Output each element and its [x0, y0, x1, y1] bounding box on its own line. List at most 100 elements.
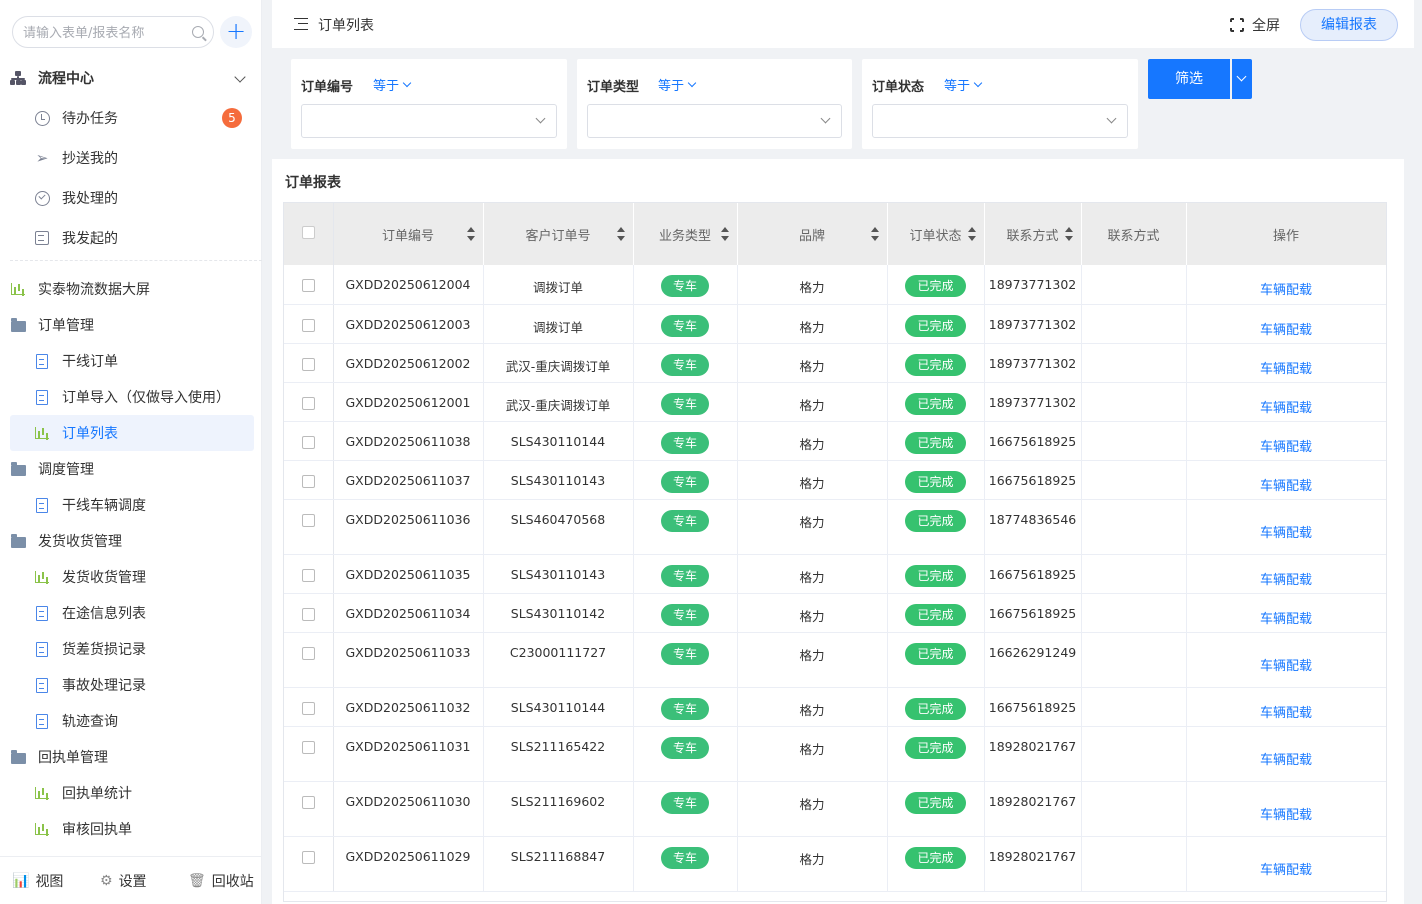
table-row[interactable]: GXDD20250612004 调拨订单 专车 格力 已完成 18973771302 车辆配…	[284, 265, 1386, 305]
vehicle-load-link[interactable]: 车辆配载	[1260, 358, 1312, 377]
row-checkbox[interactable]	[301, 568, 315, 582]
row-checkbox[interactable]	[301, 646, 315, 660]
vehicle-load-link[interactable]: 车辆配载	[1260, 804, 1312, 823]
sidebar-item-receipt-review[interactable]: 审核回执单	[10, 811, 254, 847]
vehicle-load-link[interactable]: 车辆配载	[1260, 569, 1312, 588]
vehicle-load-link[interactable]: 车辆配载	[1260, 859, 1312, 878]
vehicle-load-link[interactable]: 车辆配载	[1260, 702, 1312, 721]
filter-operator[interactable]: 等于	[944, 75, 983, 94]
table-row[interactable]: GXDD20250611033 C23000111727 专车 格力 已完成 166262…	[284, 632, 1386, 688]
filter-operator[interactable]: 等于	[658, 75, 697, 94]
trash-button[interactable]: 🗑 回收站	[188, 871, 254, 891]
table-row[interactable]: GXDD20250611029 SLS211168847 专车 格力 已完成 189280…	[284, 836, 1386, 892]
sidebar-item-shipping-mgmt[interactable]: 发货收货管理	[10, 559, 254, 595]
vehicle-load-link[interactable]: 车辆配载	[1260, 279, 1312, 298]
sidebar-group-order[interactable]: 订单管理	[10, 307, 254, 343]
row-checkbox[interactable]	[301, 513, 315, 527]
column-header-label: 业务类型	[658, 228, 711, 244]
column-header[interactable]: 订单状态	[887, 203, 985, 265]
sidebar-item-vehicle-dispatch[interactable]: 干线车辆调度	[10, 487, 254, 523]
filter-select[interactable]	[587, 104, 842, 138]
sidebar-item-in-transit[interactable]: 在途信息列表	[10, 595, 254, 631]
sidebar-group-receipt[interactable]: 回执单管理	[10, 739, 254, 775]
sidebar-item-initiated[interactable]: 我发起的	[10, 220, 254, 256]
row-checkbox[interactable]	[301, 607, 315, 621]
sidebar-item-track-query[interactable]: 轨迹查询	[10, 703, 254, 739]
row-checkbox[interactable]	[301, 396, 315, 410]
edit-report-button[interactable]: 编辑报表	[1300, 9, 1398, 41]
business-type-cell: 专车	[633, 343, 738, 383]
sort-icon[interactable]	[870, 227, 879, 241]
row-checkbox[interactable]	[301, 795, 315, 809]
sidebar-flow-center[interactable]: 流程中心	[10, 60, 254, 96]
sidebar-item-order-list[interactable]: 订单列表	[10, 415, 254, 451]
chevron-down-icon[interactable]	[234, 71, 246, 83]
sidebar-item-cc-me[interactable]: ➢ 抄送我的	[10, 140, 254, 176]
table-row[interactable]: GXDD20250611034 SLS430110142 专车 格力 已完成 166756…	[284, 593, 1386, 633]
view-button[interactable]: 📊 视图	[12, 871, 63, 891]
filter-dropdown-button[interactable]	[1232, 59, 1252, 99]
column-header[interactable]: 联系方式	[984, 203, 1082, 265]
sidebar-item-receipt-stats[interactable]: 回执单统计	[10, 775, 254, 811]
vehicle-load-link[interactable]: 车辆配载	[1260, 522, 1312, 541]
column-header[interactable]: 品牌	[737, 203, 888, 265]
search-icon[interactable]	[192, 26, 204, 38]
vehicle-load-link[interactable]: 车辆配载	[1260, 749, 1312, 768]
row-checkbox[interactable]	[301, 279, 315, 292]
sidebar-item-cargo-damage[interactable]: 货差货损记录	[10, 631, 254, 667]
vehicle-load-link[interactable]: 车辆配载	[1260, 608, 1312, 627]
sort-icon[interactable]	[616, 227, 625, 241]
table-row[interactable]: GXDD20250612002 武汉-重庆调拨订单 专车 格力 已完成 189737713…	[284, 343, 1386, 383]
sidebar-item-handled[interactable]: 我处理的	[10, 180, 254, 216]
row-checkbox[interactable]	[301, 357, 315, 371]
sidebar-item-accident[interactable]: 事故处理记录	[10, 667, 254, 703]
row-checkbox[interactable]	[301, 740, 315, 754]
vehicle-load-link[interactable]: 车辆配载	[1260, 436, 1312, 455]
column-header[interactable]: 客户订单号	[483, 203, 634, 265]
row-checkbox[interactable]	[301, 318, 315, 332]
business-type-tag: 专车	[660, 470, 709, 493]
row-checkbox[interactable]	[301, 474, 315, 488]
filter-label: 订单编号	[301, 80, 354, 95]
filter-select[interactable]	[872, 104, 1128, 138]
menu-collapse-icon[interactable]	[294, 18, 308, 30]
filter-select[interactable]	[301, 104, 557, 138]
row-checkbox[interactable]	[301, 701, 315, 715]
column-header[interactable]: 订单编号	[333, 203, 484, 265]
table-row[interactable]: GXDD20250611032 SLS430110144 专车 格力 已完成 166756…	[284, 687, 1386, 727]
table-row[interactable]: GXDD20250611031 SLS211165422 专车 格力 已完成 189280…	[284, 726, 1386, 782]
sidebar-group-shipping[interactable]: 发货收货管理	[10, 523, 254, 559]
vehicle-load-link[interactable]: 车辆配载	[1260, 655, 1312, 674]
table-row[interactable]: GXDD20250611035 SLS430110143 专车 格力 已完成 166756…	[284, 554, 1386, 594]
search-input[interactable]	[23, 23, 183, 43]
sort-icon[interactable]	[720, 227, 729, 241]
vehicle-load-link[interactable]: 车辆配载	[1260, 475, 1312, 494]
sidebar-item-todo[interactable]: 待办任务 5	[10, 100, 254, 136]
sidebar-item-order-import[interactable]: 订单导入（仅做导入使用）	[10, 379, 254, 415]
sidebar-item-dashboard[interactable]: 实泰物流数据大屏	[10, 271, 254, 307]
table-row[interactable]: GXDD20250611030 SLS211169602 专车 格力 已完成 189280…	[284, 781, 1386, 837]
table-row[interactable]: GXDD20250611038 SLS430110144 专车 格力 已完成 166756…	[284, 421, 1386, 461]
table-row[interactable]: GXDD20250612003 调拨订单 专车 格力 已完成 18973771302 车辆配…	[284, 304, 1386, 344]
table-row[interactable]: GXDD20250611037 SLS430110143 专车 格力 已完成 166756…	[284, 460, 1386, 500]
vehicle-load-link[interactable]: 车辆配载	[1260, 319, 1312, 338]
sidebar-item-trunk-order[interactable]: 干线订单	[10, 343, 254, 379]
sort-icon[interactable]	[1064, 227, 1073, 241]
filter-operator[interactable]: 等于	[373, 75, 412, 94]
status-cell: 已完成	[887, 836, 985, 892]
table-row[interactable]: GXDD20250611036 SLS460470568 专车 格力 已完成 187748…	[284, 499, 1386, 555]
filter-button[interactable]: 筛选	[1148, 59, 1230, 99]
column-header[interactable]: 业务类型	[633, 203, 738, 265]
add-button[interactable]: +	[220, 16, 252, 48]
action-cell: 车辆配载	[1186, 265, 1386, 305]
vehicle-load-link[interactable]: 车辆配载	[1260, 397, 1312, 416]
row-checkbox[interactable]	[301, 850, 315, 864]
settings-button[interactable]: ⚙ 设置	[100, 871, 147, 891]
sort-icon[interactable]	[466, 227, 475, 241]
select-all-checkbox[interactable]	[301, 225, 315, 239]
row-checkbox[interactable]	[301, 435, 315, 449]
table-row[interactable]: GXDD20250612001 武汉-重庆调拨订单 专车 格力 已完成 189737713…	[284, 382, 1386, 422]
sort-icon[interactable]	[967, 227, 976, 241]
sidebar-group-dispatch[interactable]: 调度管理	[10, 451, 254, 487]
fullscreen-button[interactable]: 全屏	[1229, 15, 1280, 35]
